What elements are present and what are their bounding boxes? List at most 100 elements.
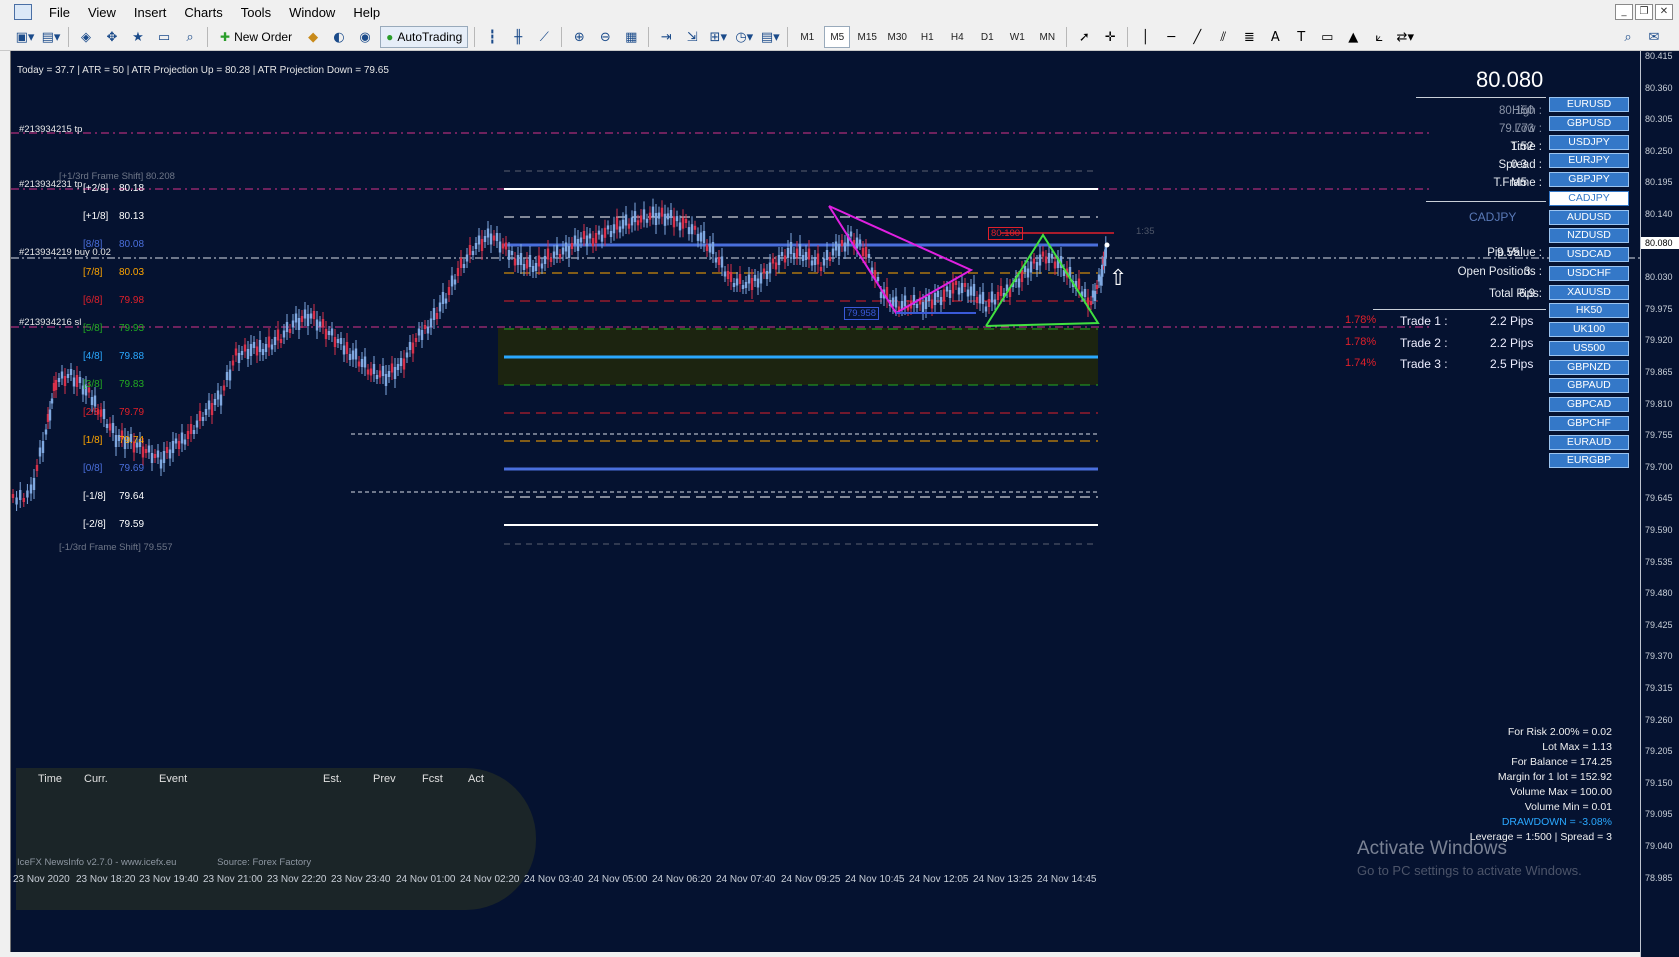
text-label-icon[interactable]: T: [1290, 26, 1312, 48]
symbol-button-gbpjpy[interactable]: GBPJPY: [1549, 172, 1629, 187]
data-window-icon[interactable]: ✥: [101, 26, 123, 48]
zoom-out-icon[interactable]: ⊖: [594, 26, 616, 48]
candle-body: [1093, 291, 1097, 301]
timeframe-m5[interactable]: M5: [824, 26, 851, 48]
current-point-marker: [1104, 242, 1110, 248]
candle-body: [321, 319, 325, 327]
timeframe-w1[interactable]: W1: [1004, 26, 1030, 48]
symbol-button-eurusd[interactable]: EURUSD: [1549, 97, 1629, 112]
candle-body: [246, 349, 250, 359]
vertical-line-icon[interactable]: │: [1134, 26, 1156, 48]
candle-body: [855, 237, 859, 249]
symbol-button-euraud[interactable]: EURAUD: [1549, 434, 1629, 450]
symbol-button-usdcad[interactable]: USDCAD: [1549, 247, 1629, 262]
symbol-button-gbpchf[interactable]: GBPCHF: [1549, 415, 1629, 431]
timeframe-h4[interactable]: H4: [944, 26, 970, 48]
tile-windows-icon[interactable]: ▦: [620, 26, 642, 48]
symbol-button-usdchf[interactable]: USDCHF: [1549, 265, 1629, 281]
candle-body: [954, 281, 958, 285]
candle-body: [210, 403, 214, 415]
candle-body: [474, 243, 478, 249]
horizontal-line-icon[interactable]: ─: [1160, 26, 1182, 48]
strategy-tester-icon[interactable]: ⌕: [179, 26, 201, 48]
rectangle-icon[interactable]: ▭: [1316, 26, 1338, 48]
restore-icon[interactable]: ❐: [1635, 4, 1653, 20]
symbol-button-gbpaud[interactable]: GBPAUD: [1549, 378, 1629, 394]
new-order-label: New Order: [234, 30, 293, 44]
candlestick-icon[interactable]: ╫: [507, 26, 529, 48]
periods-icon[interactable]: ◷▾: [733, 26, 755, 48]
candle-body: [744, 282, 748, 288]
candle-body: [489, 233, 493, 245]
candle-body: [624, 214, 628, 226]
autoscroll-icon[interactable]: ⇲: [681, 26, 703, 48]
fibonacci-icon[interactable]: ≣: [1238, 26, 1260, 48]
new-order-button[interactable]: ✚ New Order: [214, 26, 298, 48]
signals-icon[interactable]: ◐: [328, 26, 350, 48]
murrey-level-value: 80.18: [119, 183, 145, 194]
chart-shift-icon[interactable]: ⇥: [655, 26, 677, 48]
menu-charts[interactable]: Charts: [175, 5, 231, 20]
bar-chart-icon[interactable]: ┇: [481, 26, 503, 48]
search-icon[interactable]: ⌕: [1617, 26, 1639, 48]
trendline-icon[interactable]: ╱: [1186, 26, 1208, 48]
symbol-button-xauusd[interactable]: XAUUSD: [1549, 284, 1629, 300]
symbol-button-eurgbp[interactable]: EURGBP: [1549, 453, 1629, 469]
timeframe-mn[interactable]: MN: [1034, 26, 1060, 48]
timeframe-m1[interactable]: M1: [794, 26, 820, 48]
candle-body: [114, 435, 118, 447]
symbol-button-uk100[interactable]: UK100: [1549, 322, 1629, 337]
text-icon[interactable]: A: [1264, 26, 1286, 48]
symbol-button-gbpusd[interactable]: GBPUSD: [1549, 115, 1629, 131]
menu-insert[interactable]: Insert: [125, 5, 176, 20]
templates-icon[interactable]: ▤▾: [759, 26, 781, 48]
minimize-icon[interactable]: _: [1615, 4, 1633, 20]
price-axis-tick: 79.700: [1645, 461, 1673, 472]
close-icon[interactable]: ✕: [1655, 4, 1673, 20]
new-chart-icon[interactable]: ▣▾: [14, 26, 36, 48]
symbol-button-audusd[interactable]: AUDUSD: [1549, 209, 1629, 225]
menu-help[interactable]: Help: [344, 5, 389, 20]
menu-file[interactable]: File: [40, 5, 79, 20]
chart-area[interactable]: ⇧ Today = 37.7 | ATR = 50 | ATR Projecti…: [10, 51, 1640, 952]
fib-fan-icon[interactable]: ⟀: [1368, 26, 1390, 48]
channel-icon[interactable]: ⫽: [1212, 26, 1234, 48]
line-chart-icon[interactable]: ⟋: [533, 26, 555, 48]
timeframe-h1[interactable]: H1: [914, 26, 940, 48]
metaeditor-icon[interactable]: ◆: [302, 26, 324, 48]
menu-view[interactable]: View: [79, 5, 125, 20]
symbol-button-gbpnzd[interactable]: GBPNZD: [1549, 359, 1629, 375]
symbol-button-usdjpy[interactable]: USDJPY: [1549, 134, 1629, 150]
candle-body: [201, 417, 205, 421]
zoom-in-icon[interactable]: ⊕: [568, 26, 590, 48]
menu-window[interactable]: Window: [280, 5, 344, 20]
symbol-button-eurjpy[interactable]: EURJPY: [1549, 153, 1629, 169]
navigator-icon[interactable]: ★: [127, 26, 149, 48]
market-watch-icon[interactable]: ◈: [75, 26, 97, 48]
timeframe-m30[interactable]: M30: [884, 26, 910, 48]
current-price: 80.080: [1476, 67, 1544, 92]
candle-body: [35, 465, 39, 471]
cursor-icon[interactable]: ➚: [1073, 26, 1095, 48]
indicators-icon[interactable]: ⊞▾: [707, 26, 729, 48]
candle-body: [939, 297, 943, 305]
symbol-button-us500[interactable]: US500: [1549, 340, 1629, 356]
symbol-button-cadjpy[interactable]: CADJPY: [1549, 190, 1629, 206]
timeframe-d1[interactable]: D1: [974, 26, 1000, 48]
symbol-button-gbpcad[interactable]: GBPCAD: [1549, 397, 1629, 412]
autotrading-button[interactable]: ● AutoTrading: [380, 26, 469, 48]
crosshair-icon[interactable]: ✛: [1099, 26, 1121, 48]
market-icon[interactable]: ◉: [354, 26, 376, 48]
menu-tools[interactable]: Tools: [232, 5, 280, 20]
symbol-button-hk50[interactable]: HK50: [1549, 303, 1629, 319]
chat-icon[interactable]: ✉: [1643, 26, 1665, 48]
timeframe-m15[interactable]: M15: [854, 26, 880, 48]
candle-body: [396, 364, 400, 370]
profiles-icon[interactable]: ▤▾: [40, 26, 62, 48]
triangle-icon[interactable]: ▲: [1342, 26, 1364, 48]
terminal-icon[interactable]: ▭: [153, 26, 175, 48]
symbol-button-nzdusd[interactable]: NZDUSD: [1549, 228, 1629, 244]
arrows-icon[interactable]: ⇄▾: [1394, 26, 1416, 48]
price-axis-tick: 80.195: [1645, 177, 1673, 188]
candle-body: [750, 278, 754, 290]
